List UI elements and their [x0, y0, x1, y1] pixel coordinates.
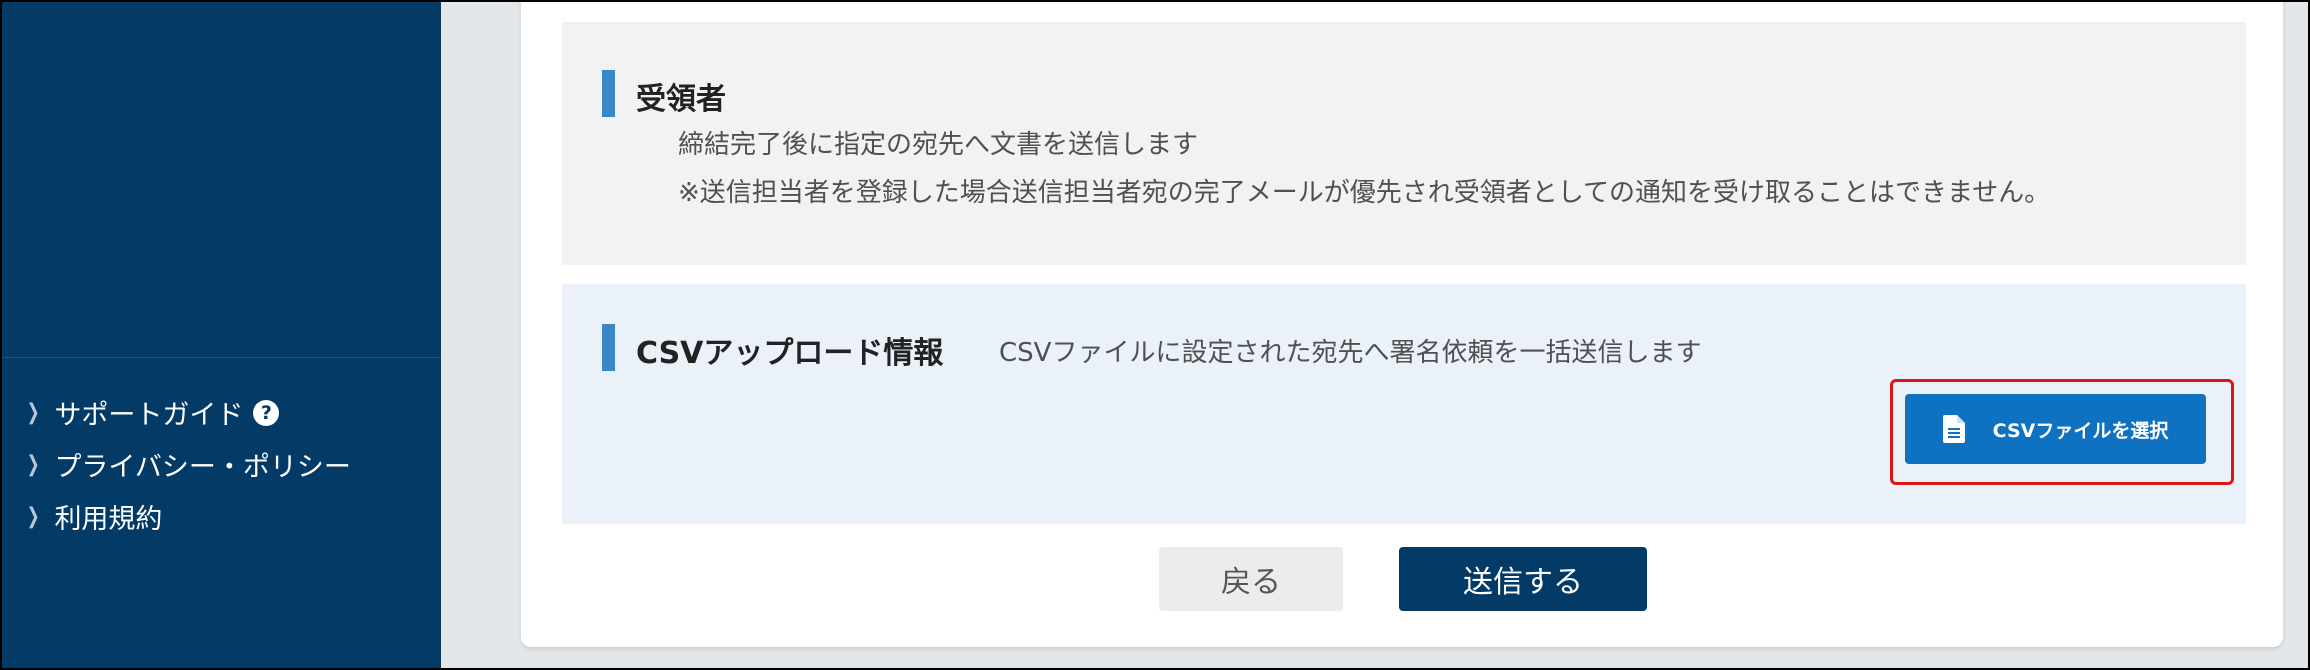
- sidebar: ❯ サポートガイド ? ❯ プライバシー・ポリシー ❯ 利用規約: [2, 2, 441, 668]
- recipient-section: 受領者 締結完了後に指定の宛先へ文書を送信します ※送信担当者を登録した場合送信…: [562, 22, 2246, 265]
- select-csv-file-label: CSVファイルを選択: [1992, 419, 2169, 442]
- sidebar-link-terms[interactable]: ❯ 利用規約: [24, 497, 163, 536]
- csv-upload-title: CSVアップロード情報: [636, 336, 944, 371]
- recipient-description: 締結完了後に指定の宛先へ文書を送信します: [678, 130, 1199, 160]
- sidebar-link-privacy-policy[interactable]: ❯ プライバシー・ポリシー: [24, 445, 351, 484]
- sidebar-link-support-guide[interactable]: ❯ サポートガイド ?: [24, 393, 280, 432]
- section-marker: [602, 324, 615, 371]
- send-button[interactable]: 送信する: [1399, 547, 1647, 611]
- sidebar-link-label: 利用規約: [54, 504, 163, 535]
- section-marker: [602, 70, 615, 117]
- back-button[interactable]: 戻る: [1159, 547, 1343, 611]
- csv-upload-description: CSVファイルに設定された宛先へ署名依頼を一括送信します: [999, 338, 1702, 368]
- main-card: 受領者 締結完了後に指定の宛先へ文書を送信します ※送信担当者を登録した場合送信…: [521, 2, 2283, 647]
- chevron-right-icon: ❯: [26, 452, 40, 477]
- document-icon: [1942, 415, 1965, 443]
- recipient-title: 受領者: [636, 82, 726, 117]
- csv-upload-section: CSVアップロード情報 CSVファイルに設定された宛先へ署名依頼を一括送信します…: [562, 284, 2246, 524]
- sidebar-link-label: サポートガイド: [54, 400, 244, 431]
- select-csv-file-button[interactable]: CSVファイルを選択: [1905, 394, 2206, 464]
- help-circle-icon: ?: [253, 399, 280, 426]
- recipient-note: ※送信担当者を登録した場合送信担当者宛の完了メールが優先され受領者としての通知を…: [678, 178, 2051, 208]
- chevron-right-icon: ❯: [26, 400, 40, 425]
- sidebar-link-label: プライバシー・ポリシー: [54, 452, 351, 483]
- app-window: ❯ サポートガイド ? ❯ プライバシー・ポリシー ❯ 利用規約 受領者 締結完…: [0, 0, 2310, 670]
- chevron-right-icon: ❯: [26, 504, 40, 529]
- sidebar-divider: [2, 357, 441, 358]
